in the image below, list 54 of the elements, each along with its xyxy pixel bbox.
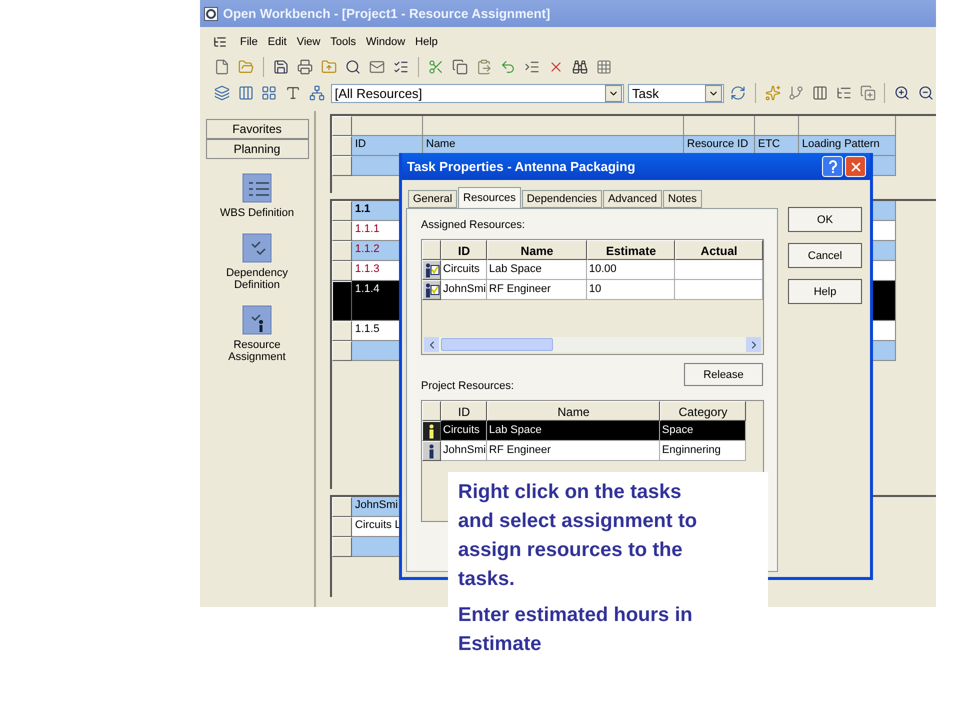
task-id: 1.1.2: [355, 243, 380, 255]
dialog-title: Task Properties - Antenna Packaging: [407, 159, 636, 174]
column-header[interactable]: Name: [487, 240, 587, 260]
tab[interactable]: General: [408, 190, 458, 208]
task-id: 1.1.4: [355, 283, 380, 295]
callout-text: Enter estimated hours in Estimate: [458, 603, 694, 657]
column-header[interactable]: Estimate: [587, 240, 675, 260]
resource-filter-dropdown[interactable]: [All Resources]: [330, 84, 624, 102]
column-header[interactable]: ID: [441, 401, 487, 421]
column-header[interactable]: ID: [441, 240, 487, 260]
table-cell: Circuits: [441, 421, 487, 441]
table-cell: Lab Space: [487, 421, 660, 441]
table-cell: 10.00: [587, 260, 675, 280]
tab[interactable]: Notes: [663, 190, 702, 208]
release-button[interactable]: Release: [684, 363, 763, 386]
table-cell: Lab Space: [487, 260, 587, 280]
column-header[interactable]: Actual: [675, 240, 763, 260]
column-header[interactable]: Name: [487, 401, 660, 421]
tab[interactable]: Resources: [458, 187, 521, 208]
task-id: 1.1.1: [355, 223, 380, 235]
task-id: 1.1.5: [355, 323, 380, 335]
table-cell: Space: [660, 421, 746, 441]
sidebar-item[interactable]: Dependency Definition: [207, 233, 307, 291]
table-cell: Enginnering: [660, 441, 746, 461]
sidebar-group-button[interactable]: Planning: [206, 139, 308, 159]
sidebar-group-button[interactable]: Favorites: [206, 119, 308, 139]
table-cell: 10: [587, 280, 675, 300]
table-cell: RF Engineer: [487, 441, 660, 461]
table-cell: JohnSmi: [441, 280, 487, 300]
table-cell: RF Engineer: [487, 280, 587, 300]
menu-item[interactable]: Window: [366, 36, 406, 48]
dialog-button[interactable]: OK: [788, 207, 862, 232]
table-cell: Circuits: [441, 260, 487, 280]
tab[interactable]: Advanced: [603, 190, 662, 208]
tab[interactable]: Dependencies: [522, 190, 602, 208]
menu-item[interactable]: View: [296, 36, 320, 48]
task-id: 1.1: [355, 203, 370, 215]
menu-item[interactable]: File: [240, 36, 258, 48]
menu-item[interactable]: Edit: [268, 36, 287, 48]
sidebar-item[interactable]: Resource Assignment: [207, 305, 307, 363]
menu-item[interactable]: Help: [415, 36, 438, 48]
task-id: 1.1.3: [355, 263, 380, 275]
window-title: Open Workbench - [Project1 - Resource Assignment]: [223, 6, 550, 21]
menu-item[interactable]: Tools: [330, 36, 356, 48]
column-header[interactable]: Category: [660, 401, 746, 421]
dialog-button[interactable]: Cancel: [788, 243, 862, 268]
table-cell: JohnSmi: [441, 441, 487, 461]
column-header[interactable]: ID: [352, 136, 423, 156]
sidebar-item[interactable]: WBS Definition: [207, 173, 307, 219]
dialog-button[interactable]: Help: [788, 279, 862, 304]
project-resources-label: Project Resources:: [421, 380, 515, 392]
callout-text: Right click on the tasks and select assignment to assign resources to the tasks.: [458, 480, 698, 592]
assigned-resources-label: Assigned Resources:: [421, 219, 526, 231]
view-dropdown[interactable]: Task: [628, 84, 724, 102]
